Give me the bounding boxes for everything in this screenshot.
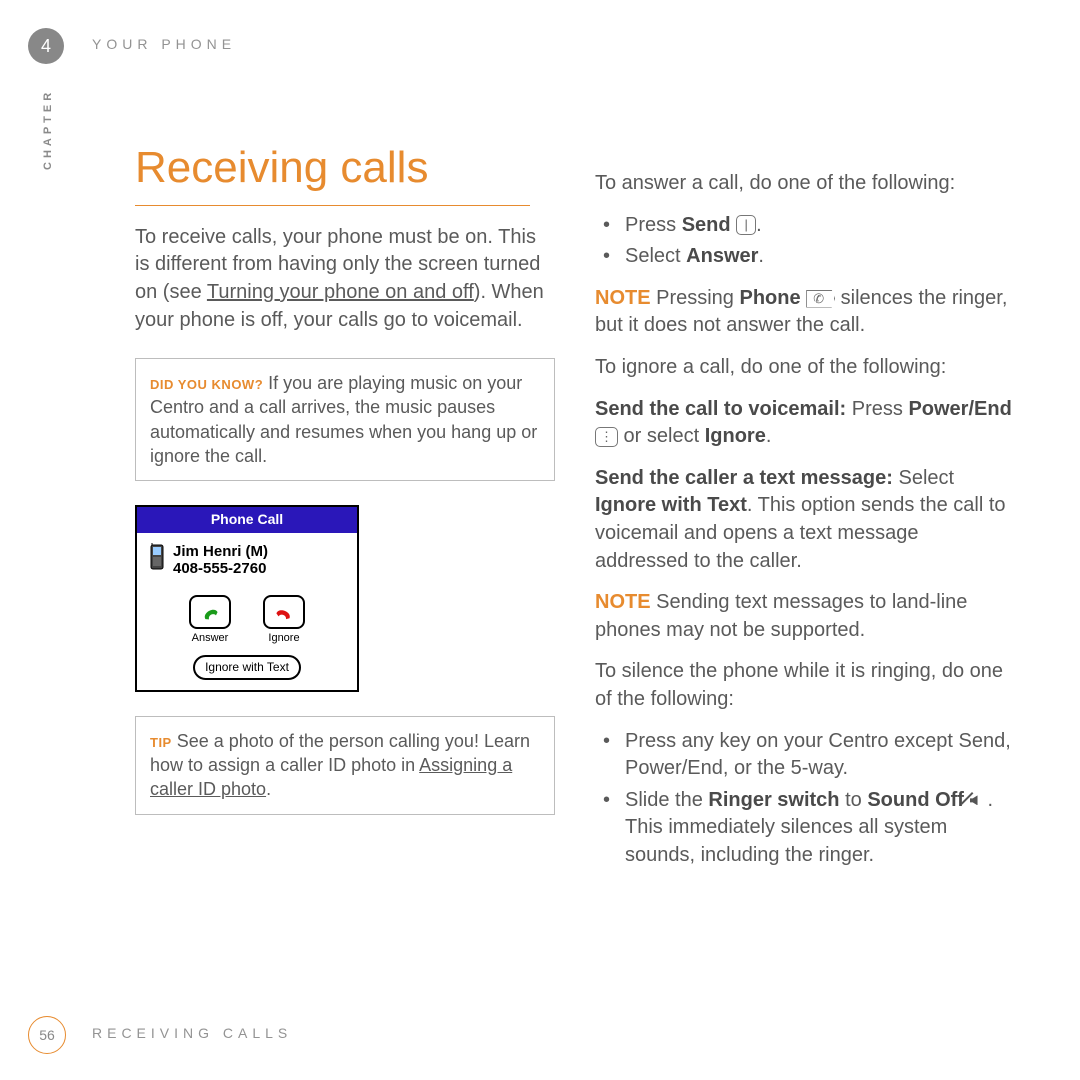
note-landline: NOTE Sending text messages to land-line … bbox=[595, 589, 1015, 644]
ringer-switch-bold: Ringer switch bbox=[708, 789, 839, 811]
phone-call-dialog: Phone Call Jim Henri (M) 408-555-2760 bbox=[135, 505, 359, 692]
tip-box: TIP See a photo of the person calling yo… bbox=[135, 716, 555, 815]
list-item: Press any key on your Centro except Send… bbox=[595, 728, 1015, 783]
t: Pressing bbox=[651, 287, 740, 309]
list-item: Select Answer. bbox=[595, 243, 1015, 271]
tip-label: TIP bbox=[150, 735, 172, 750]
note-label: NOTE bbox=[595, 287, 651, 309]
did-you-know-label: DID YOU KNOW? bbox=[150, 377, 263, 392]
answer-options-list: Press Send |. Select Answer. bbox=[595, 212, 1015, 271]
silence-options-list: Press any key on your Centro except Send… bbox=[595, 728, 1015, 870]
link-turning-phone-on-off[interactable]: Turning your phone on and off bbox=[207, 281, 474, 303]
right-column: To answer a call, do one of the followin… bbox=[595, 138, 1015, 877]
left-column: Receiving calls To receive calls, your p… bbox=[135, 138, 555, 877]
page-number-badge: 56 bbox=[28, 1016, 66, 1054]
voicemail-option: Send the call to voicemail: Press Power/… bbox=[595, 396, 1015, 451]
ignore-intro: To ignore a call, do one of the followin… bbox=[595, 354, 1015, 382]
phone-dialog-title: Phone Call bbox=[137, 507, 357, 532]
phone-bold: Phone bbox=[740, 287, 801, 309]
text-message-option: Send the caller a text message: Select I… bbox=[595, 465, 1015, 575]
footer-section-title: RECEIVING CALLS bbox=[92, 1025, 292, 1041]
ignoretext-bold: Ignore with Text bbox=[595, 494, 747, 516]
t: Sending text messages to land-line phone… bbox=[595, 591, 967, 641]
phone-key-icon: ✆ bbox=[806, 290, 835, 308]
ignore-icon bbox=[263, 595, 305, 629]
ignore-with-text-button[interactable]: Ignore with Text bbox=[193, 655, 301, 680]
t: to bbox=[840, 789, 868, 811]
sp bbox=[801, 287, 807, 309]
answer-button[interactable]: Answer bbox=[184, 595, 236, 646]
ignore-label: Ignore bbox=[258, 631, 310, 646]
answer-intro: To answer a call, do one of the followin… bbox=[595, 170, 1015, 198]
t: . bbox=[766, 425, 772, 447]
chapter-title: YOUR PHONE bbox=[92, 36, 236, 52]
tip-text-b: . bbox=[266, 779, 271, 799]
t: Select bbox=[625, 245, 686, 267]
phone-dialog-body: Jim Henri (M) 408-555-2760 Answer bbox=[137, 533, 357, 690]
page-title: Receiving calls bbox=[135, 138, 530, 206]
t: Select bbox=[893, 467, 954, 489]
t: Press bbox=[625, 214, 682, 236]
tx-bold: Send the caller a text message: bbox=[595, 467, 893, 489]
answer-icon bbox=[189, 595, 231, 629]
caller-name: Jim Henri (M) bbox=[173, 543, 268, 560]
t: Slide the bbox=[625, 789, 708, 811]
send-key-icon: | bbox=[736, 215, 756, 235]
caller-row: Jim Henri (M) 408-555-2760 bbox=[145, 539, 349, 596]
ignore-bold: Ignore bbox=[705, 425, 766, 447]
send-bold: Send bbox=[682, 214, 731, 236]
note-label: NOTE bbox=[595, 591, 651, 613]
intro-paragraph: To receive calls, your phone must be on.… bbox=[135, 224, 555, 334]
chapter-side-label: CHAPTER bbox=[42, 89, 54, 170]
vm-bold: Send the call to voicemail: bbox=[595, 398, 846, 420]
ignore-button[interactable]: Ignore bbox=[258, 595, 310, 646]
chapter-number-badge: 4 bbox=[28, 28, 64, 64]
silence-intro: To silence the phone while it is ringing… bbox=[595, 658, 1015, 713]
cellphone-icon bbox=[147, 543, 167, 573]
note-phone-key: NOTE Pressing Phone ✆ silences the ringe… bbox=[595, 285, 1015, 340]
power-end-key-icon: ⋮ bbox=[595, 427, 618, 447]
did-you-know-box: DID YOU KNOW? If you are playing music o… bbox=[135, 358, 555, 481]
t: Press bbox=[846, 398, 908, 420]
caller-number: 408-555-2760 bbox=[173, 560, 268, 577]
t: or select bbox=[618, 425, 705, 447]
sound-off-icon bbox=[970, 793, 988, 807]
list-item: Slide the Ringer switch to Sound Off . T… bbox=[595, 787, 1015, 870]
powerend-bold: Power/End bbox=[908, 398, 1011, 420]
list-item: Press Send |. bbox=[595, 212, 1015, 240]
answer-label: Answer bbox=[184, 631, 236, 646]
content-columns: Receiving calls To receive calls, your p… bbox=[135, 138, 1015, 877]
sound-off-bold: Sound Off bbox=[867, 789, 964, 811]
t: . bbox=[758, 245, 764, 267]
answer-bold: Answer bbox=[686, 245, 758, 267]
t: . bbox=[756, 214, 762, 236]
